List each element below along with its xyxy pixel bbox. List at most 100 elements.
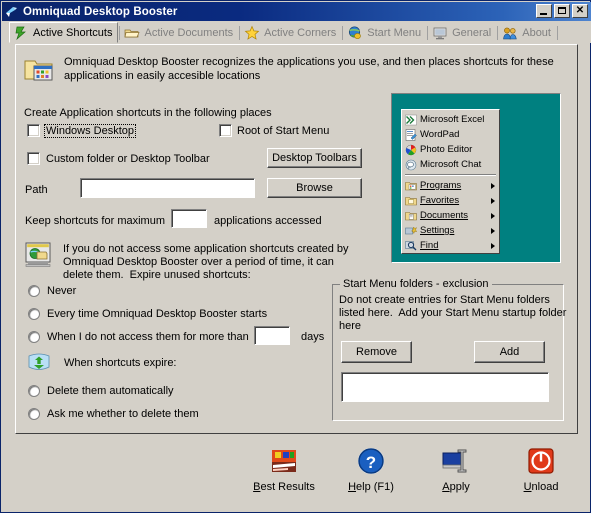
label-not-accessed-days[interactable]: When I do not access them for more than bbox=[47, 331, 249, 343]
help-button[interactable]: ? Help (F1) bbox=[331, 445, 411, 493]
documents-icon bbox=[405, 210, 417, 222]
start-menu-item-settings[interactable]: Settings bbox=[403, 223, 498, 238]
radio-never[interactable] bbox=[28, 285, 40, 297]
help-label: Help (F1) bbox=[348, 481, 394, 493]
start-menu-item-documents[interactable]: Documents bbox=[403, 208, 498, 223]
expire-days-input[interactable] bbox=[254, 326, 290, 345]
help-icon: ? bbox=[355, 445, 387, 477]
maximize-button[interactable] bbox=[554, 4, 570, 18]
days-suffix-label: days bbox=[301, 331, 325, 343]
start-menu-item-label: Find bbox=[420, 240, 439, 251]
radio-ask-before-delete[interactable] bbox=[28, 408, 40, 420]
start-menu-separator bbox=[405, 174, 496, 176]
app-logo-icon bbox=[4, 4, 20, 20]
exclusion-list-input[interactable] bbox=[341, 372, 549, 402]
tab-active-corners[interactable]: Active Corners bbox=[241, 23, 341, 43]
radio-delete-automatically[interactable] bbox=[28, 385, 40, 397]
folder-apps-icon bbox=[23, 53, 55, 85]
best-results-button[interactable]: Best Results bbox=[244, 445, 324, 493]
intro-line-2: applications in easily accesible locatio… bbox=[64, 70, 261, 82]
start-menu-item-label: Programs bbox=[420, 180, 462, 191]
chevron-right-icon bbox=[491, 212, 495, 219]
best-results-label: Best Results bbox=[253, 481, 315, 493]
path-input[interactable] bbox=[80, 178, 255, 198]
checkbox-root-of-start-menu[interactable] bbox=[219, 124, 232, 137]
tab-active-shortcuts[interactable]: Active Shortcuts bbox=[9, 22, 119, 43]
keep-shortcuts-label: Keep shortcuts for maximum bbox=[25, 215, 165, 227]
tab-separator bbox=[119, 26, 121, 40]
browse-button[interactable]: Browse bbox=[267, 178, 362, 198]
expire-line-3: delete them. Expire unused shortcuts: bbox=[63, 269, 251, 281]
tab-label: General bbox=[452, 27, 492, 39]
start-menu-item-label: Favorites bbox=[420, 195, 460, 206]
label-root-of-start-menu[interactable]: Root of Start Menu bbox=[237, 125, 329, 137]
label-every-time-starts[interactable]: Every time Omniquad Desktop Booster star… bbox=[47, 308, 267, 320]
start-menu-item-wordpad[interactable]: WordPad bbox=[403, 127, 498, 142]
unload-label: Unload bbox=[523, 481, 559, 493]
favorites-icon bbox=[405, 195, 417, 207]
exclusion-groupbox-title: Start Menu folders - exclusion bbox=[340, 278, 492, 290]
label-delete-automatically[interactable]: Delete them automatically bbox=[47, 385, 174, 397]
close-icon: ✕ bbox=[575, 5, 585, 16]
star-icon bbox=[244, 25, 260, 41]
add-button[interactable]: Add bbox=[474, 341, 545, 363]
path-label: Path bbox=[25, 184, 48, 196]
label-custom-folder[interactable]: Custom folder or Desktop Toolbar bbox=[46, 153, 210, 165]
exclusion-desc-2: listed here. Add your Start Menu startup… bbox=[339, 307, 567, 319]
photo-editor-icon bbox=[405, 144, 417, 156]
chevron-right-icon bbox=[491, 242, 495, 249]
keep-shortcuts-suffix: applications accessed bbox=[214, 215, 322, 227]
unload-button[interactable]: Unload bbox=[501, 445, 581, 493]
remove-button[interactable]: Remove bbox=[341, 341, 412, 363]
start-menu-item-chat[interactable]: Microsoft Chat bbox=[403, 157, 498, 172]
start-menu-item-find[interactable]: Find bbox=[403, 238, 498, 253]
minimize-button[interactable] bbox=[536, 4, 552, 18]
tab-general[interactable]: General bbox=[429, 23, 496, 43]
globe-folder-icon bbox=[24, 241, 52, 269]
start-menu-item-excel[interactable]: Microsoft Excel bbox=[403, 112, 498, 127]
start-menu-item-label: Microsoft Excel bbox=[420, 114, 485, 125]
apply-button[interactable]: Apply bbox=[416, 445, 496, 493]
tab-active-documents[interactable]: Active Documents bbox=[121, 23, 238, 43]
start-menu-item-favorites[interactable]: Favorites bbox=[403, 193, 498, 208]
active-shortcuts-panel: Omniquad Desktop Booster recognizes the … bbox=[15, 44, 578, 434]
checkbox-custom-folder[interactable] bbox=[27, 152, 40, 165]
close-button[interactable]: ✕ bbox=[572, 4, 588, 18]
keep-shortcuts-input[interactable] bbox=[171, 209, 207, 228]
intro-line-1: Omniquad Desktop Booster recognizes the … bbox=[64, 56, 554, 68]
window-title: Omniquad Desktop Booster bbox=[23, 5, 178, 18]
apply-label: Apply bbox=[442, 481, 470, 493]
chevron-right-icon bbox=[491, 227, 495, 234]
apply-icon bbox=[440, 445, 472, 477]
tab-label: Active Documents bbox=[144, 27, 234, 39]
title-bar: Omniquad Desktop Booster ✕ bbox=[2, 2, 591, 21]
label-never[interactable]: Never bbox=[47, 285, 76, 297]
tab-separator bbox=[497, 26, 499, 40]
bottom-toolbar: Best Results ? Help (F1) Apply Unload bbox=[1, 441, 591, 511]
start-menu-item-photo-editor[interactable]: Photo Editor bbox=[403, 142, 498, 157]
exclusion-groupbox: Start Menu folders - exclusion Do not cr… bbox=[332, 278, 567, 421]
programs-icon bbox=[405, 180, 417, 192]
checkbox-windows-desktop[interactable] bbox=[27, 124, 40, 137]
excel-icon bbox=[405, 114, 417, 126]
tab-start-menu[interactable]: Start Menu bbox=[344, 23, 426, 43]
start-menu-item-programs[interactable]: Programs bbox=[403, 178, 498, 193]
radio-not-accessed-days[interactable] bbox=[28, 331, 40, 343]
exclusion-desc-1: Do not create entries for Start Menu fol… bbox=[339, 294, 550, 306]
application-window: Omniquad Desktop Booster ✕ Active Shortc… bbox=[0, 0, 591, 513]
recycle-icon bbox=[26, 350, 52, 376]
tab-label: Active Corners bbox=[264, 27, 337, 39]
start-menu-preview: Microsoft Excel WordPad Photo Editor Mic… bbox=[391, 93, 561, 263]
green-arrow-icon bbox=[13, 25, 29, 41]
tab-separator bbox=[556, 26, 558, 40]
label-ask-before-delete[interactable]: Ask me whether to delete them bbox=[47, 408, 199, 420]
tab-label: Start Menu bbox=[367, 27, 422, 39]
label-windows-desktop[interactable]: Windows Desktop bbox=[44, 124, 137, 138]
desktop-toolbars-button[interactable]: Desktop Toolbars bbox=[267, 148, 362, 168]
folder-open-icon bbox=[124, 25, 141, 41]
when-expire-heading: When shortcuts expire: bbox=[64, 357, 177, 369]
people-icon bbox=[502, 25, 518, 41]
radio-every-time-starts[interactable] bbox=[28, 308, 40, 320]
tab-about[interactable]: About bbox=[499, 23, 556, 43]
start-menu-item-label: WordPad bbox=[420, 129, 460, 140]
